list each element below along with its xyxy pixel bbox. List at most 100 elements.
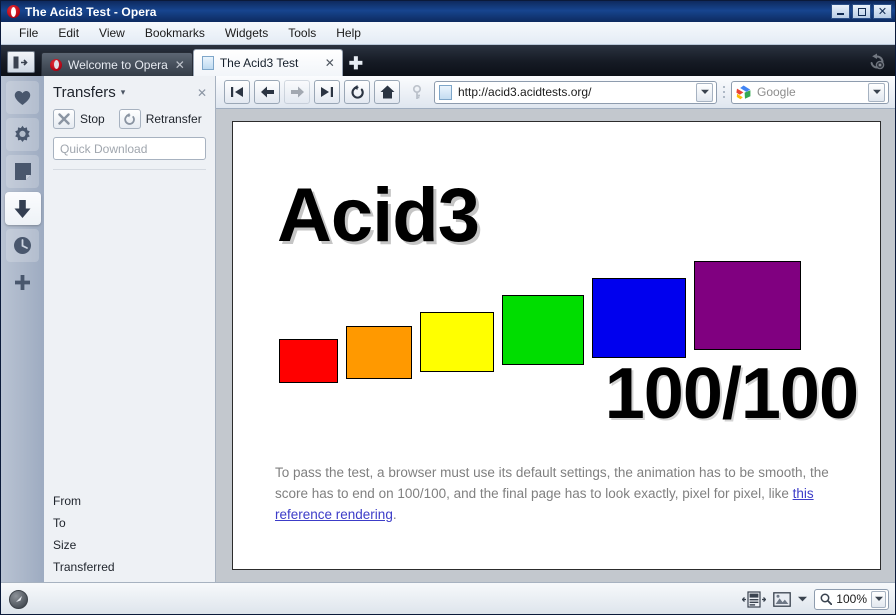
acid-box-red: [279, 339, 338, 383]
google-icon: [736, 85, 751, 100]
panel-title: Transfers: [53, 84, 116, 101]
image-mode-dropdown-icon[interactable]: [798, 596, 807, 602]
document-icon: [202, 56, 214, 70]
zoom-dropdown-icon[interactable]: [871, 591, 886, 608]
undo-closed-tab-icon[interactable]: [867, 52, 887, 72]
notes-icon: [14, 162, 32, 181]
chevron-down-icon[interactable]: ▾: [121, 87, 126, 98]
panel-toggle-icon[interactable]: [7, 51, 35, 73]
acid3-test-page: Acid3 100/100 To pass the test, a browse…: [232, 121, 881, 570]
tab-label: The Acid3 Test: [220, 56, 318, 70]
panel-toggle-glyph: [13, 56, 29, 69]
address-input[interactable]: http://acid3.acidtests.org/: [458, 85, 690, 99]
close-x-icon: [53, 109, 75, 129]
forward-arrow-icon: [290, 86, 305, 98]
go-to-end-icon: [320, 86, 334, 98]
compass-needle-glyph: [13, 593, 25, 605]
close-x-glyph: [58, 113, 70, 125]
tab-welcome-to-opera[interactable]: Welcome to Opera ✕: [41, 52, 193, 76]
field-size: Size: [53, 538, 206, 552]
sidebar-item-notes[interactable]: [6, 155, 39, 188]
field-to: To: [53, 516, 206, 530]
quick-download-placeholder: Quick Download: [60, 142, 147, 156]
tab-close-icon[interactable]: ✕: [174, 58, 186, 72]
sidebar-item-add-panel[interactable]: [6, 266, 39, 299]
navigation-toolbar: http://acid3.acidtests.org/ Google: [216, 76, 896, 109]
tab-the-acid3-test[interactable]: The Acid3 Test ✕: [193, 49, 343, 76]
quick-download-input[interactable]: Quick Download: [53, 137, 206, 160]
reload-icon: [350, 85, 365, 100]
forward-button[interactable]: [284, 80, 310, 104]
zoom-control[interactable]: 100%: [814, 589, 889, 610]
download-arrow-icon: [13, 199, 32, 219]
transfers-panel-header: Transfers ▾ ✕: [44, 76, 215, 105]
tab-bar: Welcome to Opera ✕ The Acid3 Test ✕ ✚: [1, 45, 896, 76]
blurb-text-before: To pass the test, a browser must use its…: [275, 465, 829, 501]
panel-divider: [53, 169, 206, 170]
title-bar: The Acid3 Test - Opera ✕: [1, 1, 896, 22]
menu-edit[interactable]: Edit: [48, 24, 89, 42]
tab-close-icon[interactable]: ✕: [324, 56, 336, 70]
image-mode-glyph: [773, 592, 791, 607]
menu-file[interactable]: File: [9, 24, 48, 42]
menu-help[interactable]: Help: [326, 24, 371, 42]
refresh-glyph: [123, 113, 136, 126]
opera-logo-icon: [50, 59, 62, 71]
zoom-level: 100%: [836, 592, 867, 606]
title-bar-left: The Acid3 Test - Opera: [3, 5, 157, 19]
key-icon: [411, 85, 423, 100]
chevron-down-icon: [875, 596, 883, 602]
window-controls: ✕: [831, 4, 895, 19]
fit-to-width-icon[interactable]: [742, 591, 766, 608]
sidebar-item-transfers[interactable]: [5, 192, 41, 225]
close-button[interactable]: ✕: [873, 4, 892, 19]
acid-box-blue: [592, 278, 686, 358]
maximize-button[interactable]: [852, 4, 871, 19]
search-dropdown-icon[interactable]: [868, 83, 885, 102]
opera-compass-icon[interactable]: [9, 590, 28, 609]
window-title: The Acid3 Test - Opera: [25, 5, 157, 19]
page-blurb: To pass the test, a browser must use its…: [275, 462, 858, 525]
page-viewport: Acid3 100/100 To pass the test, a browse…: [216, 109, 896, 582]
security-key-button[interactable]: [404, 80, 430, 104]
sidebar-item-bookmarks[interactable]: [6, 81, 39, 114]
sidebar-item-history[interactable]: [6, 229, 39, 262]
chevron-down-icon: [873, 89, 881, 95]
fit-to-width-glyph: [742, 591, 766, 608]
acid-box-yellow: [420, 312, 494, 372]
go-to-end-button[interactable]: [314, 80, 340, 104]
home-button[interactable]: [374, 80, 400, 104]
panel-close-icon[interactable]: ✕: [197, 86, 207, 100]
opera-logo-icon: [7, 5, 20, 18]
search-bar[interactable]: Google: [731, 81, 889, 104]
menu-bar: File Edit View Bookmarks Widgets Tools H…: [1, 22, 896, 45]
menu-bookmarks[interactable]: Bookmarks: [135, 24, 215, 42]
address-bar[interactable]: http://acid3.acidtests.org/: [434, 81, 717, 104]
image-mode-icon[interactable]: [773, 592, 791, 607]
undo-closed-tab-glyph: [867, 52, 887, 72]
reload-button[interactable]: [344, 80, 370, 104]
sidebar-item-widgets[interactable]: [6, 118, 39, 151]
acid-box-orange: [346, 326, 412, 379]
go-to-start-button[interactable]: [224, 80, 250, 104]
new-tab-button[interactable]: ✚: [343, 52, 369, 76]
transfers-panel-toolbar: Stop Retransfer: [44, 105, 215, 135]
toolbar-separator: [721, 81, 727, 103]
stop-label: Stop: [80, 112, 105, 126]
blurb-text-after: .: [393, 507, 397, 522]
minimize-button[interactable]: [831, 4, 850, 19]
menu-widgets[interactable]: Widgets: [215, 24, 278, 42]
retransfer-label: Retransfer: [146, 112, 202, 126]
stop-button[interactable]: Stop: [53, 109, 105, 129]
status-bar-right: 100%: [742, 589, 889, 610]
menu-tools[interactable]: Tools: [278, 24, 326, 42]
chevron-down-icon: [701, 89, 709, 95]
search-input[interactable]: Google: [757, 85, 862, 99]
back-button[interactable]: [254, 80, 280, 104]
acid-box-green: [502, 295, 584, 365]
address-dropdown-icon[interactable]: [696, 83, 713, 102]
retransfer-button[interactable]: Retransfer: [119, 109, 202, 129]
acid3-score: 100/100: [605, 358, 858, 430]
menu-view[interactable]: View: [89, 24, 135, 42]
magnifier-icon: [820, 593, 832, 605]
